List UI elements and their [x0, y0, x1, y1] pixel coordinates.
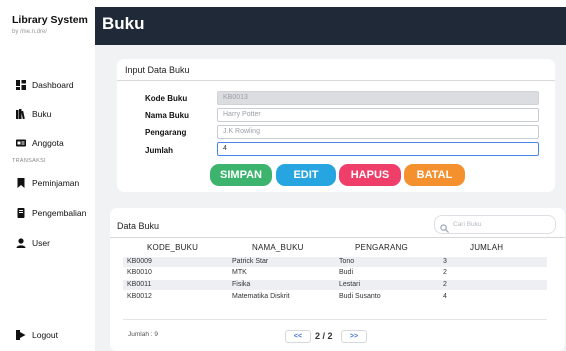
cell-nama-buku: Matematika Diskrit — [232, 293, 290, 300]
table-card-title: Data Buku — [117, 221, 160, 231]
next-page-button[interactable]: >> — [341, 330, 367, 343]
table-card-divider — [110, 237, 565, 238]
table-row[interactable]: KB0011 Fisika Lestari 2 — [123, 280, 547, 290]
pengarang-label: Pengarang — [145, 128, 187, 137]
simpan-button[interactable]: SIMPAN — [210, 164, 272, 186]
sidebar-item-peminjaman[interactable]: Peminjaman — [16, 178, 79, 188]
input-card-title: Input Data Buku — [125, 65, 190, 75]
app-title: Library System — [12, 14, 88, 26]
search-input[interactable]: Cari Buku — [434, 215, 556, 234]
batal-button[interactable]: BATAL — [404, 164, 465, 186]
sidebar-item-label: Buku — [32, 109, 52, 119]
cell-pengarang: Budi — [339, 269, 354, 276]
pengarang-field[interactable]: J.K Rowling — [217, 125, 539, 139]
input-card-divider — [117, 80, 555, 81]
cell-kode-buku: KB0010 — [127, 269, 152, 276]
total-count: Jumlah : 9 — [128, 331, 158, 338]
hapus-button[interactable]: HAPUS — [339, 164, 401, 186]
column-header-nama-buku[interactable]: NAMA_BUKU — [252, 243, 304, 252]
cell-kode-buku: KB0012 — [127, 293, 152, 300]
page-indicator: 2 / 2 — [315, 331, 333, 341]
sidebar-item-label: Dashboard — [32, 80, 74, 90]
search-placeholder: Cari Buku — [453, 221, 482, 228]
kode-buku-field[interactable]: KB0013 — [217, 91, 539, 105]
sidebar-item-label: User — [32, 238, 50, 248]
sidebar-item-pengembalian[interactable]: Pengembalian — [16, 208, 86, 218]
sidebar-item-buku[interactable]: Buku — [16, 109, 52, 120]
app-subtitle: by /me.n.dre/ — [12, 29, 48, 35]
nama-buku-field[interactable]: Harry Potter — [217, 108, 539, 122]
kode-buku-label: Kode Buku — [145, 94, 188, 103]
table-row[interactable]: KB0010 MTK Budi 2 — [123, 268, 547, 278]
bookmark-icon — [16, 178, 26, 188]
cell-jumlah: 2 — [443, 281, 447, 288]
sidebar-item-anggota[interactable]: Anggota — [16, 138, 64, 148]
sidebar-item-label: Peminjaman — [32, 178, 80, 188]
logout-button[interactable]: Logout — [16, 330, 58, 340]
jumlah-field[interactable]: 4 — [217, 142, 539, 156]
jumlah-label: Jumlah — [145, 146, 174, 155]
column-header-jumlah[interactable]: JUMLAH — [470, 243, 503, 252]
cell-kode-buku: KB0011 — [127, 281, 152, 288]
cell-nama-buku: Patrick Star — [232, 258, 269, 265]
sidebar-item-user[interactable]: User — [16, 238, 50, 248]
search-icon — [440, 220, 449, 233]
book-return-icon — [16, 208, 26, 218]
page-header: Buku — [95, 7, 566, 45]
prev-page-button[interactable]: << — [285, 330, 311, 343]
nama-buku-label: Nama Buku — [145, 111, 190, 120]
cell-nama-buku: Fisika — [232, 281, 251, 288]
edit-button[interactable]: EDIT — [276, 164, 336, 186]
cell-pengarang: Lestari — [339, 281, 361, 288]
dashboard-icon — [16, 80, 26, 90]
logout-label: Logout — [32, 330, 58, 340]
cell-kode-buku: KB0009 — [127, 258, 152, 265]
column-header-pengarang[interactable]: PENGARANG — [355, 243, 408, 252]
top-strip — [0, 0, 566, 7]
id-card-icon — [16, 138, 26, 148]
user-icon — [16, 238, 26, 248]
page-title: Buku — [102, 14, 145, 33]
table-row[interactable]: KB0012 Matematika Diskrit Budi Susanto 4 — [123, 292, 547, 302]
logout-icon — [16, 330, 26, 340]
sidebar-item-label: Pengembalian — [32, 208, 87, 218]
cell-pengarang: Tono — [339, 258, 355, 265]
books-icon — [16, 109, 26, 120]
sidebar-item-dashboard[interactable]: Dashboard — [16, 80, 74, 90]
section-label-transaksi: TRANSAKSI — [12, 158, 46, 164]
column-header-kode-buku[interactable]: KODE_BUKU — [147, 243, 198, 252]
cell-jumlah: 3 — [443, 258, 447, 265]
cell-jumlah: 2 — [443, 269, 447, 276]
cell-pengarang: Budi Susanto — [339, 293, 381, 300]
table-footer-divider — [123, 319, 547, 320]
cell-jumlah: 4 — [443, 293, 447, 300]
sidebar-item-label: Anggota — [32, 138, 64, 148]
cell-nama-buku: MTK — [232, 269, 247, 276]
table-row[interactable]: KB0009 Patrick Star Tono 3 — [123, 257, 547, 267]
